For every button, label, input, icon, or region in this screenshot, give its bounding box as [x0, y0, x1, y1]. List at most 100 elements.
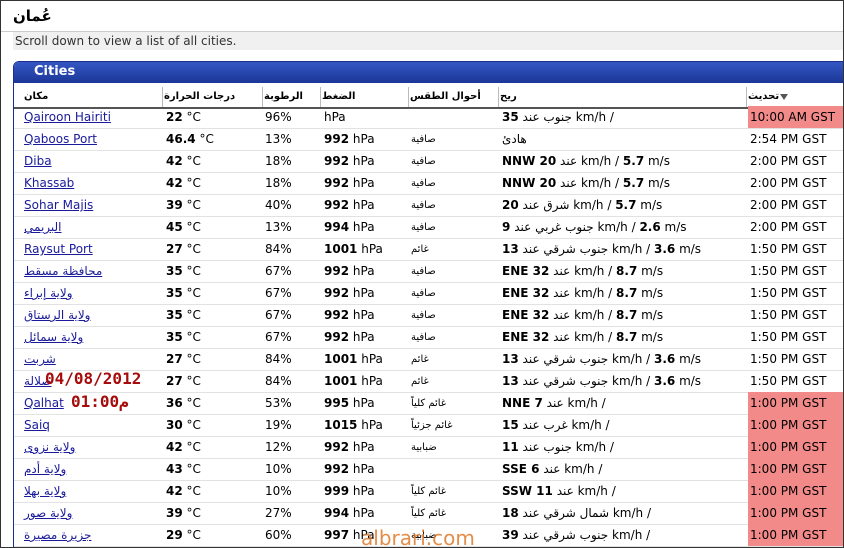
city-link[interactable]: Qalhat — [24, 396, 64, 410]
city-link[interactable]: ولاية بهلا — [24, 484, 66, 498]
temperature-cell: 27 °C — [166, 374, 201, 388]
pressure-cell: 994 hPa — [324, 506, 375, 520]
updated-cell: 1:00 PM GST — [748, 436, 843, 458]
humidity-cell: 67% — [265, 264, 292, 278]
humidity-cell: 67% — [265, 330, 292, 344]
wind-cell: 13 جنوب شرقي عند km/h / 3.6 m/s — [502, 374, 702, 388]
updated-cell: 1:50 PM GST — [750, 242, 827, 256]
weather-condition-cell: غائم كلياً — [411, 508, 447, 519]
wind-cell: SSE 6 عند km/h / — [502, 462, 603, 476]
pressure-cell: 992 hPa — [324, 440, 375, 454]
subtitle-bar: Scroll down to view a list of all cities… — [13, 32, 843, 50]
humidity-cell: 19% — [265, 418, 292, 432]
wind-cell: 39 جنوب شرقي عند km/h / — [502, 528, 651, 542]
temperature-cell: 42 °C — [166, 154, 201, 168]
table-row: ولاية صور 39 °C 27% 994 hPa غائم كلياً 18 شما… — [14, 502, 843, 525]
wind-cell: NNE 7 عند km/h / — [502, 396, 606, 410]
sort-down-icon[interactable] — [780, 94, 788, 100]
humidity-cell: 53% — [265, 396, 292, 410]
city-link[interactable]: Diba — [24, 154, 52, 168]
overlay-time: 01:00م — [71, 392, 129, 411]
temperature-cell: 39 °C — [166, 506, 201, 520]
overlay-date: 04/08/2012 — [45, 369, 142, 388]
city-link[interactable]: ولاية نزوى — [24, 440, 75, 454]
city-link[interactable]: ولاية صور — [24, 506, 72, 520]
temperature-cell: 46.4 °C — [166, 132, 214, 146]
updated-cell: 1:50 PM GST — [750, 374, 827, 388]
pressure-cell: 999 hPa — [324, 484, 375, 498]
updated-cell: 2:00 PM GST — [750, 154, 827, 168]
pressure-cell: 992 hPa — [324, 330, 375, 344]
col-header-pressure[interactable]: الضغط — [320, 88, 408, 108]
humidity-cell: 67% — [265, 308, 292, 322]
table-row: Khassab 42 °C 18% 992 hPa صافية NNW 20 عند km… — [14, 172, 843, 195]
city-link[interactable]: جزيرة مصيرة — [24, 528, 91, 542]
city-link[interactable]: ولاية أدم — [24, 462, 66, 476]
temperature-cell: 27 °C — [166, 352, 201, 366]
city-link[interactable]: شربت — [24, 352, 56, 366]
weather-condition-cell: صافية — [411, 310, 436, 321]
city-link[interactable]: Raysut Port — [24, 242, 93, 256]
temperature-cell: 42 °C — [166, 484, 201, 498]
col-header-wind[interactable]: ريح — [498, 88, 746, 108]
updated-cell: 1:00 PM GST — [748, 392, 843, 414]
temperature-cell: 35 °C — [166, 330, 201, 344]
updated-cell: 2:00 PM GST — [750, 198, 827, 212]
humidity-cell: 18% — [265, 176, 292, 190]
table-row: Qaboos Port 46.4 °C 13% 992 hPa صافية هادئ 2:5… — [14, 128, 843, 151]
city-link[interactable]: البريمي — [24, 220, 62, 234]
pressure-cell: 992 hPa — [324, 308, 375, 322]
col-header-humidity[interactable]: الرطوبة — [262, 88, 320, 108]
weather-condition-cell: صافية — [411, 156, 436, 167]
wind-cell: 13 جنوب شرقي عند km/h / 3.6 m/s — [502, 242, 702, 256]
col-header-city[interactable]: مكان — [22, 88, 162, 108]
col-header-temperature[interactable]: درجات الحرارة — [162, 88, 262, 108]
table-row: محافظة مسقط 35 °C 67% 992 hPa صافية ENE 32 عن… — [14, 260, 843, 283]
humidity-cell: 84% — [265, 242, 292, 256]
temperature-cell: 42 °C — [166, 176, 201, 190]
weather-condition-cell: صافية — [411, 178, 436, 189]
wind-cell: NNW 20 عند km/h / 5.7 m/s — [502, 176, 670, 190]
city-link[interactable]: ولاية الرستاق — [24, 308, 90, 322]
pressure-cell: 992 hPa — [324, 264, 375, 278]
pressure-cell: 992 hPa — [324, 462, 375, 476]
wind-cell: ENE 32 عند km/h / 8.7 m/s — [502, 330, 664, 344]
table-row: Saiq 30 °C 19% 1015 hPa غائم جزئياً 15 غرب عن… — [14, 414, 843, 437]
temperature-cell: 45 °C — [166, 220, 201, 234]
col-header-weather[interactable]: أحوال الطقس — [408, 88, 498, 108]
table-row: Raysut Port 27 °C 84% 1001 hPa غائم 13 جنوب ش… — [14, 238, 843, 261]
temperature-cell: 29 °C — [166, 528, 201, 542]
city-link[interactable]: Qairoon Hairiti — [24, 110, 111, 124]
wind-cell: ENE 32 عند km/h / 8.7 m/s — [502, 264, 664, 278]
table-row: Qalhat 36 °C 53% 995 hPa غائم كلياً NNE 7 عند… — [14, 392, 843, 415]
pressure-cell: 1001 hPa — [324, 242, 383, 256]
wind-cell: 35 جنوب عند km/h / — [502, 110, 614, 124]
temperature-cell: 43 °C — [166, 462, 201, 476]
city-link[interactable]: Khassab — [24, 176, 74, 190]
humidity-cell: 60% — [265, 528, 292, 542]
city-link[interactable]: Saiq — [24, 418, 50, 432]
temperature-cell: 35 °C — [166, 264, 201, 278]
table-row: البريمي 45 °C 13% 994 hPa صافية 9 جنوب غربي ع… — [14, 216, 843, 239]
updated-cell: 1:00 PM GST — [748, 458, 843, 480]
city-link[interactable]: ولاية إبراء — [24, 286, 73, 300]
wind-cell: 18 شمال شرقي عند km/h / — [502, 506, 651, 520]
city-link[interactable]: Sohar Majis — [24, 198, 93, 212]
weather-condition-cell: صافية — [411, 222, 436, 233]
humidity-cell: 10% — [265, 462, 292, 476]
table-row: ولاية الرستاق 35 °C 67% 992 hPa صافية ENE 32 … — [14, 304, 843, 327]
weather-condition-cell: ضبابية — [411, 442, 437, 453]
temperature-cell: 35 °C — [166, 286, 201, 300]
pressure-cell: 992 hPa — [324, 198, 375, 212]
col-header-updated[interactable]: تحديث — [746, 88, 843, 108]
weather-condition-cell: صافية — [411, 288, 436, 299]
table-row: ولاية أدم 43 °C 10% 992 hPa SSE 6 عند km/h /… — [14, 458, 843, 481]
table-row: Diba 42 °C 18% 992 hPa صافية NNW 20 عند km/h … — [14, 150, 843, 173]
city-link[interactable]: ولاية سمائل — [24, 330, 83, 344]
city-link[interactable]: محافظة مسقط — [24, 264, 102, 278]
pressure-cell: 1001 hPa — [324, 374, 383, 388]
temperature-cell: 22 °C — [166, 110, 201, 124]
city-link[interactable]: Qaboos Port — [24, 132, 97, 146]
browser-frame: عُمان Scroll down to view a list of all … — [0, 0, 844, 548]
weather-condition-cell: غائم — [411, 244, 429, 255]
